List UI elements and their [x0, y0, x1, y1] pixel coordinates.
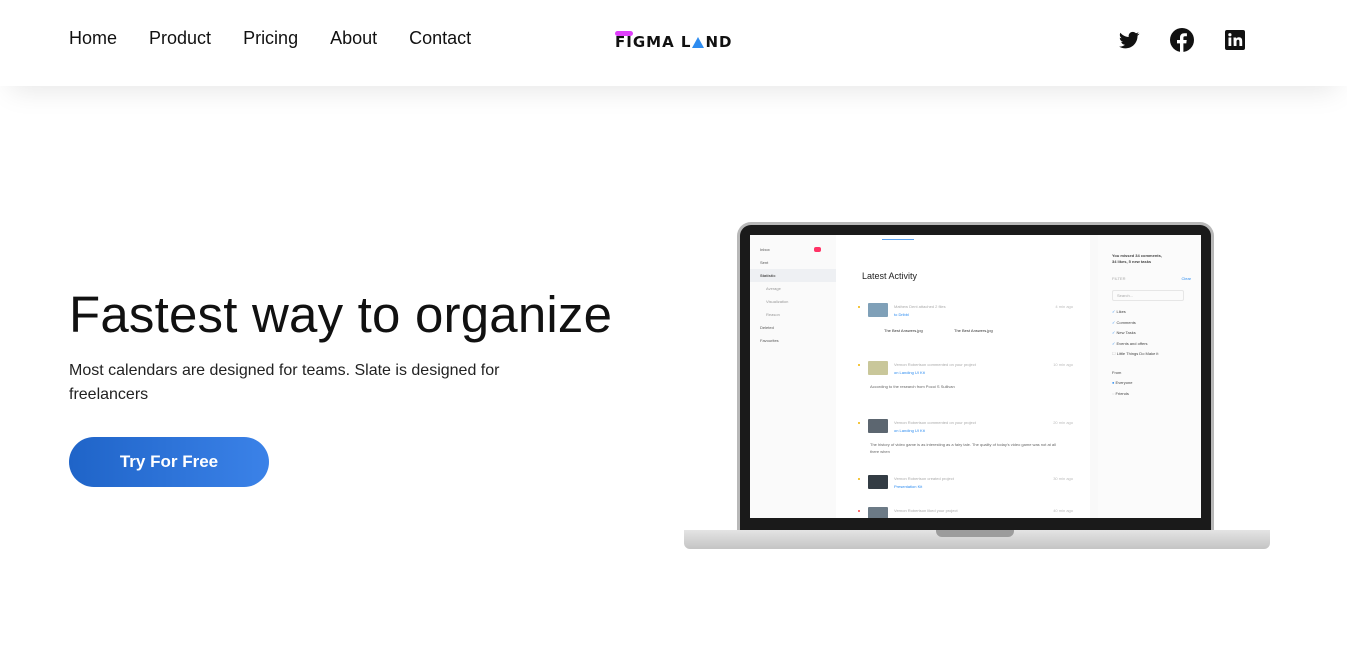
facebook-icon[interactable]	[1170, 28, 1194, 52]
feed-thumbnail	[868, 419, 888, 433]
mockup-check-item: ✓ New Tasks	[1112, 330, 1136, 335]
feed-dot	[858, 422, 860, 424]
feed-link: on Landing UI Kit	[894, 428, 925, 433]
feed-thumbnail	[868, 475, 888, 489]
laptop-mockup: Inbox Sent Statistic Average Visualizati…	[684, 222, 1270, 550]
mockup-feed-item: Mathew Dent attached 2 files to Dribbl 4…	[858, 303, 1073, 343]
nav-link-about[interactable]: About	[330, 28, 377, 49]
feed-text: Vernon Robertson commented on your proje…	[894, 362, 976, 367]
feed-text: Vernon Robertson commented on your proje…	[894, 420, 976, 425]
feed-thumbnail	[868, 303, 888, 317]
feed-link: to Dribbl	[894, 312, 909, 317]
hero-title: Fastest way to organize	[69, 286, 613, 343]
social-links	[1117, 28, 1247, 52]
mockup-feed-item: Vernon Robertson commented on your proje…	[858, 419, 1073, 459]
mockup-missed-text2: 34 likes, 5 new tasks	[1112, 259, 1152, 264]
feed-text: Mathew Dent attached 2 files	[894, 304, 946, 309]
feed-text: Vernon Robertson created project	[894, 476, 954, 481]
feed-thumbnail	[868, 507, 888, 518]
mockup-check-item: ✓ Comments	[1112, 319, 1136, 325]
feed-link: Presentation Kit	[894, 484, 923, 489]
mockup-from-label: From	[1112, 369, 1122, 375]
laptop-screen: Inbox Sent Statistic Average Visualizati…	[750, 235, 1201, 518]
logo-text-part2: ND	[705, 33, 733, 51]
mockup-sidebar-item: Reason	[766, 312, 780, 317]
mockup-feed-item: Vernon Robertson commented on your proje…	[858, 361, 1073, 401]
logo-triangle-icon	[692, 37, 705, 48]
logo-wordmark: FIGMA L ND	[615, 31, 733, 51]
feed-note: According to the research from Pocoi S S…	[870, 384, 955, 389]
mockup-check-item: ✓ Events and offers	[1112, 340, 1148, 346]
feed-text: Vernon Robertson liked your project	[894, 508, 958, 513]
feed-dot	[858, 510, 860, 512]
mockup-feed-item: Vernon Robertson created project Present…	[858, 475, 1073, 495]
feed-file: The Best Answers.jpg	[884, 328, 923, 333]
mockup-main: Latest Activity Mathew Dent attached 2 f…	[836, 235, 1090, 518]
mockup-sidebar-item: Deleted	[760, 325, 774, 330]
mockup-check-item: ✓ Likes	[1112, 309, 1126, 314]
feed-note: The history of video game is as interest…	[870, 442, 1056, 454]
mockup-check-item: ☐ Little Things Do Make it	[1112, 351, 1159, 356]
mockup-sidebar-item: Visualization	[766, 299, 789, 304]
laptop-notch	[936, 530, 1014, 537]
feed-link: on Landing UI Kit	[894, 370, 925, 375]
feed-dot	[858, 364, 860, 366]
navbar: Home Product Pricing About Contact FIGMA…	[0, 0, 1347, 86]
nav-link-pricing[interactable]: Pricing	[243, 28, 298, 49]
mockup-sidebar-item: Statistic	[750, 269, 836, 282]
try-for-free-button[interactable]: Try For Free	[69, 437, 269, 487]
mockup-tab-indicator	[882, 239, 914, 240]
mockup-radio-item: ● Everyone	[1112, 380, 1133, 385]
logo[interactable]: FIGMA L ND	[615, 29, 732, 55]
logo-accent-bar	[615, 31, 633, 36]
feed-dot	[858, 306, 860, 308]
nav-link-product[interactable]: Product	[149, 28, 211, 49]
feed-time: 4 min ago	[1055, 304, 1073, 309]
mockup-title: Latest Activity	[862, 271, 918, 281]
feed-time: 30 min ago	[1053, 476, 1073, 481]
mockup-feed-item: Vernon Robertson liked your project 40 m…	[858, 507, 1073, 518]
mockup-filter-panel: You missed 34 comments, 34 likes, 5 new …	[1098, 235, 1201, 518]
mockup-filter-label: FILTER Clear	[1112, 275, 1191, 281]
twitter-icon[interactable]	[1117, 28, 1141, 52]
nav-link-home[interactable]: Home	[69, 28, 117, 49]
mockup-badge	[813, 247, 821, 253]
mockup-sidebar-item: Favourites	[760, 338, 779, 343]
mockup-sidebar-item: Sent	[760, 260, 769, 265]
nav-links: Home Product Pricing About Contact	[69, 28, 471, 49]
mockup-sidebar: Inbox Sent Statistic Average Visualizati…	[750, 235, 836, 518]
feed-file: The Best Answers.jpg	[954, 328, 993, 333]
nav-link-contact[interactable]: Contact	[409, 28, 471, 49]
feed-time: 40 min ago	[1053, 508, 1073, 513]
mockup-radio-item: ○ Friends	[1112, 390, 1129, 396]
feed-dot	[858, 478, 860, 480]
feed-time: 20 min ago	[1053, 420, 1073, 425]
mockup-search-field: Search...	[1112, 290, 1184, 301]
mockup-sidebar-item: Average	[766, 286, 781, 291]
linkedin-icon[interactable]	[1223, 28, 1247, 52]
feed-time: 10 min ago	[1053, 362, 1073, 367]
feed-thumbnail	[868, 361, 888, 375]
hero-subtitle: Most calendars are designed for teams. S…	[69, 362, 500, 403]
mockup-sidebar-item: Inbox	[750, 243, 836, 256]
